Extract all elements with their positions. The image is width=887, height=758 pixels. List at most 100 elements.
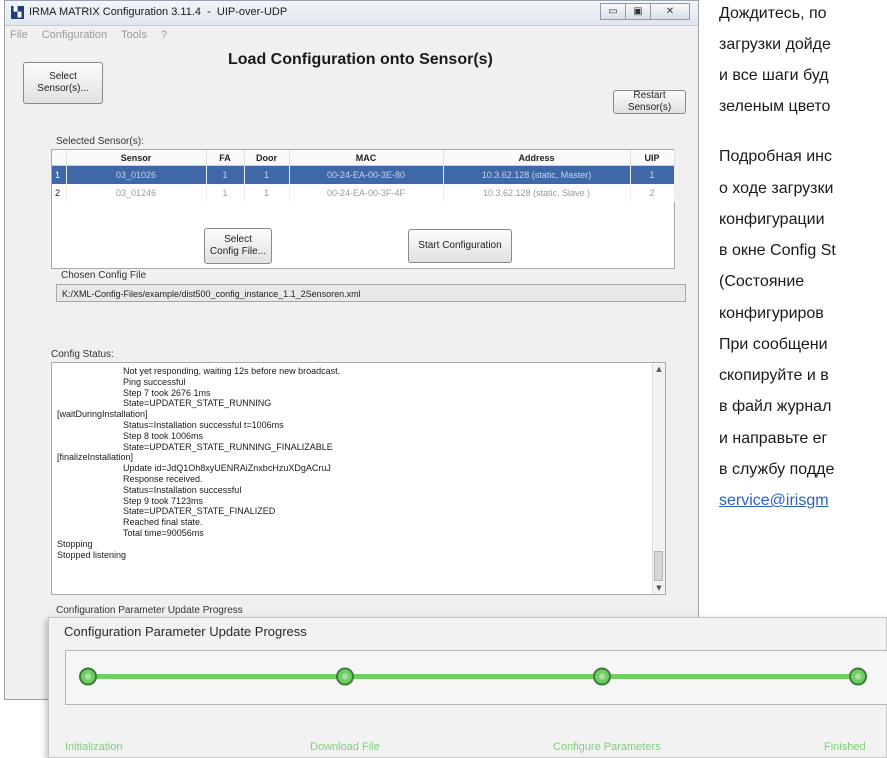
support-email-link[interactable]: service@irisgm: [719, 492, 829, 509]
doc-line: Подробная инс: [719, 148, 832, 165]
cell-sensor: 03_01246: [66, 184, 207, 202]
status-scrollbar[interactable]: ▲ ▼: [652, 363, 665, 594]
table-header: Sensor FA Door MAC Address UIP: [52, 150, 675, 166]
cell-fa: 1: [206, 165, 245, 184]
maximize-icon[interactable]: ▣: [625, 3, 651, 20]
doc-line: в файл журнал: [719, 398, 832, 415]
doc-line: service@irisgm: [719, 492, 829, 510]
cell-address: 10.3.62.128 (static, Slave ): [443, 184, 631, 202]
menu-tools[interactable]: Tools: [121, 26, 147, 44]
doc-line: и направьте ег: [719, 430, 828, 447]
page-title: Load Configuration onto Sensor(s): [228, 51, 493, 68]
status-line: Reached final state.: [123, 517, 203, 528]
window-title: IRMA MATRIX Configuration 3.11.4 - UIP-o…: [29, 6, 288, 18]
doc-line: (Состояние: [719, 273, 805, 290]
scroll-down-icon[interactable]: ▼: [653, 582, 665, 594]
select-config-file-button[interactable]: Select Config File...: [204, 228, 272, 264]
config-status-log[interactable]: Not yet responding, waiting 12s before n…: [51, 362, 666, 595]
status-line: State=UPDATER_STATE_FINALIZED: [123, 506, 276, 517]
doc-line: Дождитесь, по: [719, 5, 827, 22]
stage-node-download-file: [336, 667, 354, 686]
doc-line: конфигурации: [719, 211, 825, 228]
progress-bar-fill: [88, 674, 858, 679]
select-config-label-2: Config File...: [209, 246, 267, 257]
cell-door: 1: [244, 184, 290, 202]
title-bar[interactable]: ▚ IRMA MATRIX Configuration 3.11.4 - UIP…: [5, 1, 698, 26]
stage-node-finished: [849, 667, 867, 686]
status-line: Step 9 took 7123ms: [123, 495, 204, 506]
sensor-table: Sensor FA Door MAC Address UIP 1 03_0102…: [51, 149, 675, 269]
cell-mac: 00-24-EA-00-3F-4F: [289, 184, 444, 202]
column-header[interactable]: [52, 150, 67, 166]
table-row[interactable]: 2 03_01246 1 1 00-24-EA-00-3F-4F 10.3.62…: [52, 184, 675, 202]
status-line: Stopped listening: [57, 549, 127, 560]
menu-bar: File Configuration Tools ?: [5, 26, 698, 44]
minimize-icon[interactable]: ▭: [600, 3, 626, 20]
column-header-mac[interactable]: MAC: [289, 150, 444, 166]
doc-line: зеленым цвето: [719, 98, 831, 115]
status-line: Total time=90056ms: [123, 527, 204, 538]
stage-label-finished: Finished: [824, 741, 866, 753]
status-line: Status=Installation successful t=1006ms: [123, 419, 284, 430]
status-line: Not yet responding, waiting 12s before n…: [123, 366, 341, 376]
column-header-sensor[interactable]: Sensor: [66, 150, 207, 166]
row-index: 2: [52, 184, 67, 202]
column-header-address[interactable]: Address: [443, 150, 631, 166]
stage-node-configure-parameters: [593, 667, 611, 686]
progress-label-small: Configuration Parameter Update Progress: [56, 605, 243, 616]
status-lines: Not yet responding, waiting 12s before n…: [52, 363, 665, 560]
doc-line: и все шаги буд: [719, 67, 829, 84]
cell-address: 10.3.62.128 (static, Master): [443, 165, 631, 184]
column-header-door[interactable]: Door: [244, 150, 290, 166]
scroll-up-icon[interactable]: ▲: [653, 363, 665, 375]
cell-mac: 00-24-EA-00-3E-80: [289, 165, 444, 184]
select-config-label-1: Select: [224, 234, 252, 245]
menu-help[interactable]: ?: [161, 26, 167, 44]
progress-track: [65, 650, 887, 705]
progress-title: Configuration Parameter Update Progress: [64, 624, 307, 639]
chosen-config-label: Chosen Config File: [61, 270, 147, 281]
column-header-uip[interactable]: UIP: [630, 150, 675, 166]
status-line: [finalizeInstallation]: [57, 452, 134, 463]
scroll-thumb[interactable]: [654, 551, 663, 581]
chosen-config-field[interactable]: K:/XML-Config-Files/example/dist500_conf…: [56, 284, 686, 302]
status-line: Status=Installation successful: [123, 484, 242, 495]
menu-configuration[interactable]: Configuration: [42, 26, 107, 44]
status-line: Stopping: [57, 538, 93, 549]
select-sensors-button[interactable]: Select Sensor(s)...: [23, 62, 103, 104]
cell-uip: 1: [630, 165, 675, 184]
status-line: [waitDuringInstallation]: [57, 409, 148, 420]
config-status-label: Config Status:: [51, 349, 114, 360]
restart-sensor-button[interactable]: Restart Sensor(s): [613, 90, 686, 114]
cell-fa: 1: [206, 184, 245, 202]
status-line: Step 8 took 1006ms: [123, 430, 204, 441]
doc-line: в службу подде: [719, 461, 835, 478]
doc-line: в окне Config St: [719, 242, 836, 259]
progress-svg: [79, 667, 867, 686]
doc-line: загрузки дойде: [719, 36, 831, 53]
status-line: Response received.: [123, 473, 203, 484]
doc-line: скопируйте и в: [719, 367, 829, 384]
column-header-fa[interactable]: FA: [206, 150, 245, 166]
app-window: ▚ IRMA MATRIX Configuration 3.11.4 - UIP…: [4, 0, 699, 700]
close-icon[interactable]: ✕: [650, 3, 690, 20]
progress-panel-zoom: Configuration Parameter Update Progress …: [48, 617, 887, 758]
cell-uip: 2: [630, 184, 675, 202]
cell-sensor: 03_01026: [66, 165, 207, 184]
stage-label-initialization: Initialization: [65, 741, 123, 753]
selected-sensors-label: Selected Sensor(s):: [56, 136, 144, 147]
status-line: Update id=JdQ1Oh8xyUENRAiZnxbcHzuXDgACru…: [123, 463, 331, 474]
doc-line: При сообщени: [719, 336, 828, 353]
stage-node-initialization: [79, 667, 97, 686]
doc-line: о ходе загрузки: [719, 180, 834, 197]
status-line: State=UPDATER_STATE_RUNNING_FINALIZABLE: [123, 441, 333, 452]
window-controls: ▭ ▣ ✕: [600, 3, 690, 21]
stage-label-configure-parameters: Configure Parameters: [553, 741, 661, 753]
cell-door: 1: [244, 165, 290, 184]
stage-label-download-file: Download File: [310, 741, 380, 753]
menu-file[interactable]: File: [10, 26, 28, 44]
app-icon: ▚: [11, 6, 24, 19]
table-row[interactable]: 1 03_01026 1 1 00-24-EA-00-3E-80 10.3.62…: [52, 165, 675, 184]
row-index: 1: [52, 165, 67, 184]
start-configuration-button[interactable]: Start Configuration: [408, 229, 512, 263]
